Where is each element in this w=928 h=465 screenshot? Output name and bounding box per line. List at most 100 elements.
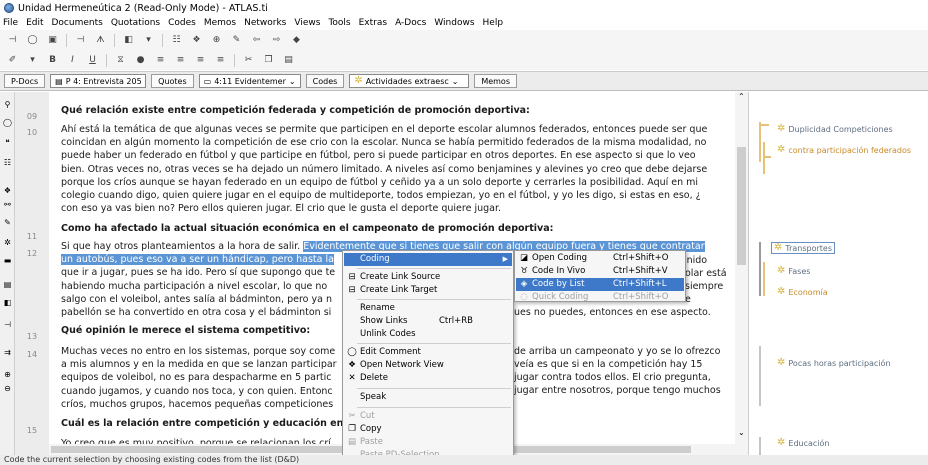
binoculars-icon[interactable]: ᗑ	[94, 34, 107, 46]
forward-icon[interactable]: ⇨	[270, 34, 283, 46]
open-coding-icon: ◪	[519, 253, 529, 263]
code-icon[interactable]: ☷	[2, 158, 13, 168]
code-label[interactable]: ✲ Economía	[777, 287, 828, 297]
code-label[interactable]: ✲ contra participación federados	[777, 145, 911, 155]
menu-codes[interactable]: Codes	[168, 18, 196, 28]
code-icon: ✲	[774, 242, 783, 253]
code-label[interactable]: ✲ Fases	[777, 266, 810, 276]
quotes-button[interactable]: Quotes	[151, 74, 194, 88]
query-tool-icon[interactable]: ☷	[170, 34, 183, 46]
new-document-icon[interactable]: ⊣	[6, 34, 19, 46]
font-icon[interactable]: ⧖	[114, 54, 127, 66]
vertical-scrollbar[interactable]: ⌃ ⌄	[735, 92, 748, 455]
menu-item-rename[interactable]: Rename	[344, 302, 512, 315]
link-source-icon[interactable]: ⇉	[2, 348, 13, 358]
document-manager-icon[interactable]: ◧	[122, 34, 135, 46]
pdocs-button[interactable]: P-Docs	[4, 74, 46, 88]
menu-item-unlink-codes[interactable]: Unlink Codes	[344, 328, 512, 341]
quote-icon[interactable]: ❝	[2, 138, 13, 148]
network-icon[interactable]: ❖	[2, 186, 13, 196]
network-icon[interactable]: ❖	[190, 34, 203, 46]
bold-icon[interactable]: B	[46, 54, 59, 66]
settings-icon[interactable]: ✲	[2, 238, 13, 248]
zoom-icon[interactable]: ⚲	[2, 100, 13, 110]
menu-item-speak[interactable]: Speak	[344, 391, 512, 404]
menu-edit[interactable]: Edit	[26, 18, 43, 28]
scroll-down-icon[interactable]: ⌄	[738, 428, 745, 437]
comment-icon[interactable]: ◯	[26, 34, 39, 46]
pen-icon[interactable]: ✐	[6, 54, 19, 66]
italic-icon[interactable]: I	[66, 54, 79, 66]
dropdown-arrow-icon[interactable]: ▾	[142, 34, 155, 46]
save-icon[interactable]: ▣	[46, 34, 59, 46]
margin-area[interactable]: ✲ Duplicidad Competiciones ✲ contra partic…	[748, 92, 928, 455]
menu-item-delete[interactable]: ✕ Delete	[344, 372, 512, 385]
output-icon[interactable]: ⊕	[210, 34, 223, 46]
codes-button[interactable]: Codes	[305, 74, 345, 88]
list-icon[interactable]: ▤	[2, 280, 13, 290]
menu-a-docs[interactable]: A-Docs	[395, 18, 426, 28]
code-select[interactable]: ✲ Actividades extraesc ⌄	[349, 74, 470, 88]
menu-item-quick-coding[interactable]: ◌ Quick Coding Ctrl+Shift+O	[516, 291, 684, 304]
quote-select[interactable]: ▭ 4:11 Evidentemer ⌄	[198, 74, 301, 88]
menu-item-copy[interactable]: ❐ Copy	[344, 423, 512, 436]
menu-item-edit-comment[interactable]: ◯ Edit Comment	[344, 346, 512, 359]
link-icon[interactable]: ⚯	[2, 200, 13, 210]
menu-item-cut[interactable]: ✂ Cut	[344, 410, 512, 423]
zoom-in-icon[interactable]: ⊕	[2, 370, 13, 380]
menu-item-show-links[interactable]: Show Links Ctrl+RB	[344, 315, 512, 328]
menu-item-open-network-view[interactable]: ❖ Open Network View	[344, 359, 512, 372]
underline-icon[interactable]: U	[86, 54, 99, 66]
paste-icon[interactable]: ▤	[282, 54, 295, 66]
cut-icon[interactable]: ✂	[242, 54, 255, 66]
dropdown-arrow-icon[interactable]: ▾	[26, 54, 39, 66]
code-tool-icon[interactable]: ⊣	[2, 320, 13, 330]
menu-quotations[interactable]: Quotations	[111, 18, 160, 28]
selected-text[interactable]: un autobús, pues eso va a ser un hándica…	[61, 254, 334, 266]
code-label[interactable]: ✲ Pocas horas participación	[777, 358, 891, 368]
copy-icon[interactable]: ❐	[262, 54, 275, 66]
menu-item-paste[interactable]: ▤ Paste	[344, 436, 512, 449]
title-bar: Unidad Hermeneútica 2 (Read-Only Mode) -…	[0, 0, 928, 16]
scroll-thumb[interactable]	[737, 147, 746, 265]
highlight-icon[interactable]: ▬	[2, 256, 13, 266]
align-left-icon[interactable]: ≡	[154, 54, 167, 66]
menu-memos[interactable]: Memos	[204, 18, 236, 28]
memo-icon[interactable]: ✎	[2, 218, 13, 228]
menu-file[interactable]: File	[3, 18, 18, 28]
main-toolbar: ⊣ ◯ ▣ ⊣ ᗑ ◧ ▾ ☷ ❖ ⊕ ✎ ⇦ ⇨ ◆	[0, 30, 928, 50]
comment-icon[interactable]: ◯	[2, 118, 13, 128]
document-icon[interactable]: ◧	[2, 298, 13, 308]
code-icon: ✲	[777, 437, 786, 448]
scroll-up-icon[interactable]: ⌃	[738, 92, 745, 101]
tool-icon[interactable]: ◆	[290, 34, 303, 46]
menu-views[interactable]: Views	[294, 18, 320, 28]
pdoc-select[interactable]: ▤ P 4: Entrevista 205 (34) ⌄	[50, 74, 147, 88]
menu-item-coding[interactable]: Coding ▶	[344, 253, 512, 266]
code-icon: ✲	[354, 75, 363, 86]
menu-item-code-by-list[interactable]: ◈ Code by List Ctrl+Shift+L	[516, 278, 684, 291]
menu-windows[interactable]: Windows	[434, 18, 474, 28]
menu-item-open-coding[interactable]: ◪ Open Coding Ctrl+Shift+O	[516, 252, 684, 265]
menu-item-create-link-target[interactable]: ⊟ Create Link Target	[344, 284, 512, 297]
align-center-icon[interactable]: ≡	[174, 54, 187, 66]
color-icon[interactable]: ●	[134, 54, 147, 66]
memos-button[interactable]: Memos	[474, 74, 517, 88]
menu-help[interactable]: Help	[483, 18, 504, 28]
code-tool-icon[interactable]: ⊣	[74, 34, 87, 46]
line-number: 09	[26, 112, 38, 121]
menu-networks[interactable]: Networks	[244, 18, 286, 28]
menu-item-create-link-source[interactable]: ⊟ Create Link Source	[344, 271, 512, 284]
justify-icon[interactable]: ≡	[214, 54, 227, 66]
code-label[interactable]: ✲ Transportes	[771, 242, 836, 254]
menu-tools[interactable]: Tools	[328, 18, 350, 28]
zoom-out-icon[interactable]: ⊖	[2, 384, 13, 394]
menu-extras[interactable]: Extras	[359, 18, 387, 28]
code-label[interactable]: ✲ Duplicidad Competiciones	[777, 124, 893, 134]
menu-documents[interactable]: Documents	[52, 18, 103, 28]
edit-icon[interactable]: ✎	[230, 34, 243, 46]
menu-item-code-in-vivo[interactable]: ♉ Code In Vivo Ctrl+Shift+V	[516, 265, 684, 278]
code-label[interactable]: ✲ Educación	[777, 438, 829, 448]
back-icon[interactable]: ⇦	[250, 34, 263, 46]
align-right-icon[interactable]: ≡	[194, 54, 207, 66]
